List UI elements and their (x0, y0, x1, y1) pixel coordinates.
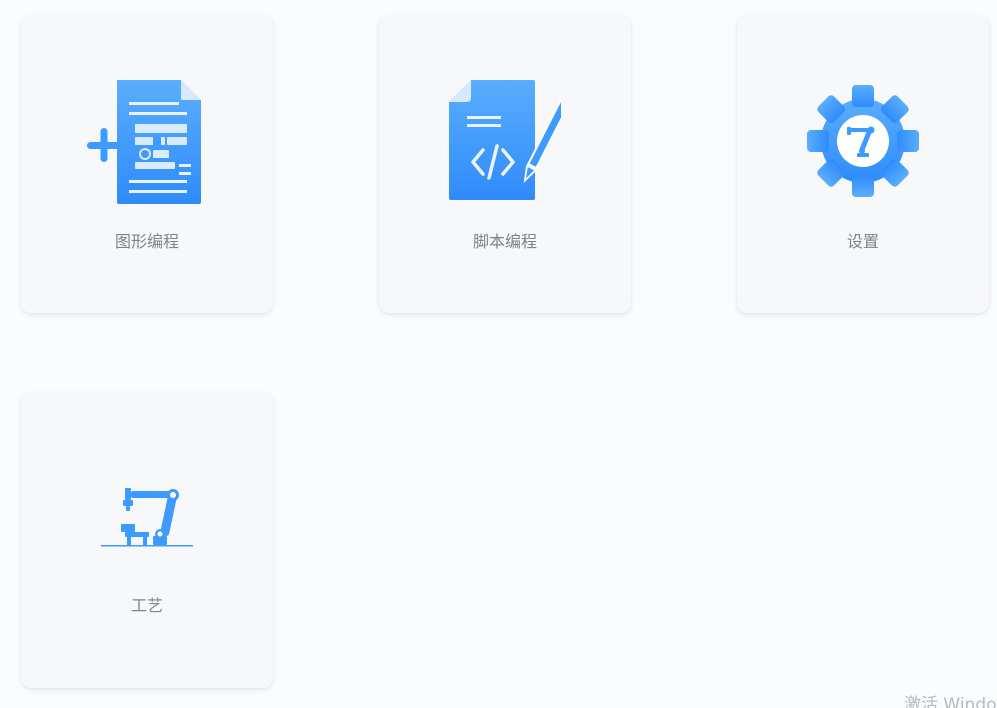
card-label: 工艺 (130, 596, 163, 615)
graphic-programming-card[interactable]: 图形编程 (21, 15, 273, 313)
card-label: 脚本编程 (472, 232, 537, 251)
settings-gear-icon (807, 85, 919, 201)
card-label: 图形编程 (114, 232, 179, 251)
script-programming-card[interactable]: 脚本编程 (379, 15, 631, 313)
graphic-programming-icon (87, 80, 207, 212)
card-label: 设置 (846, 232, 879, 251)
robot-arm-process-icon (101, 488, 193, 554)
app-main: 图形编程 脚本编程 设置 工艺 激活 Windo (0, 0, 997, 708)
process-card[interactable]: 工艺 (21, 392, 273, 688)
script-programming-icon (449, 80, 576, 208)
settings-card[interactable]: 设置 (737, 15, 989, 313)
activate-windows-watermark: 激活 Windo (904, 695, 997, 708)
